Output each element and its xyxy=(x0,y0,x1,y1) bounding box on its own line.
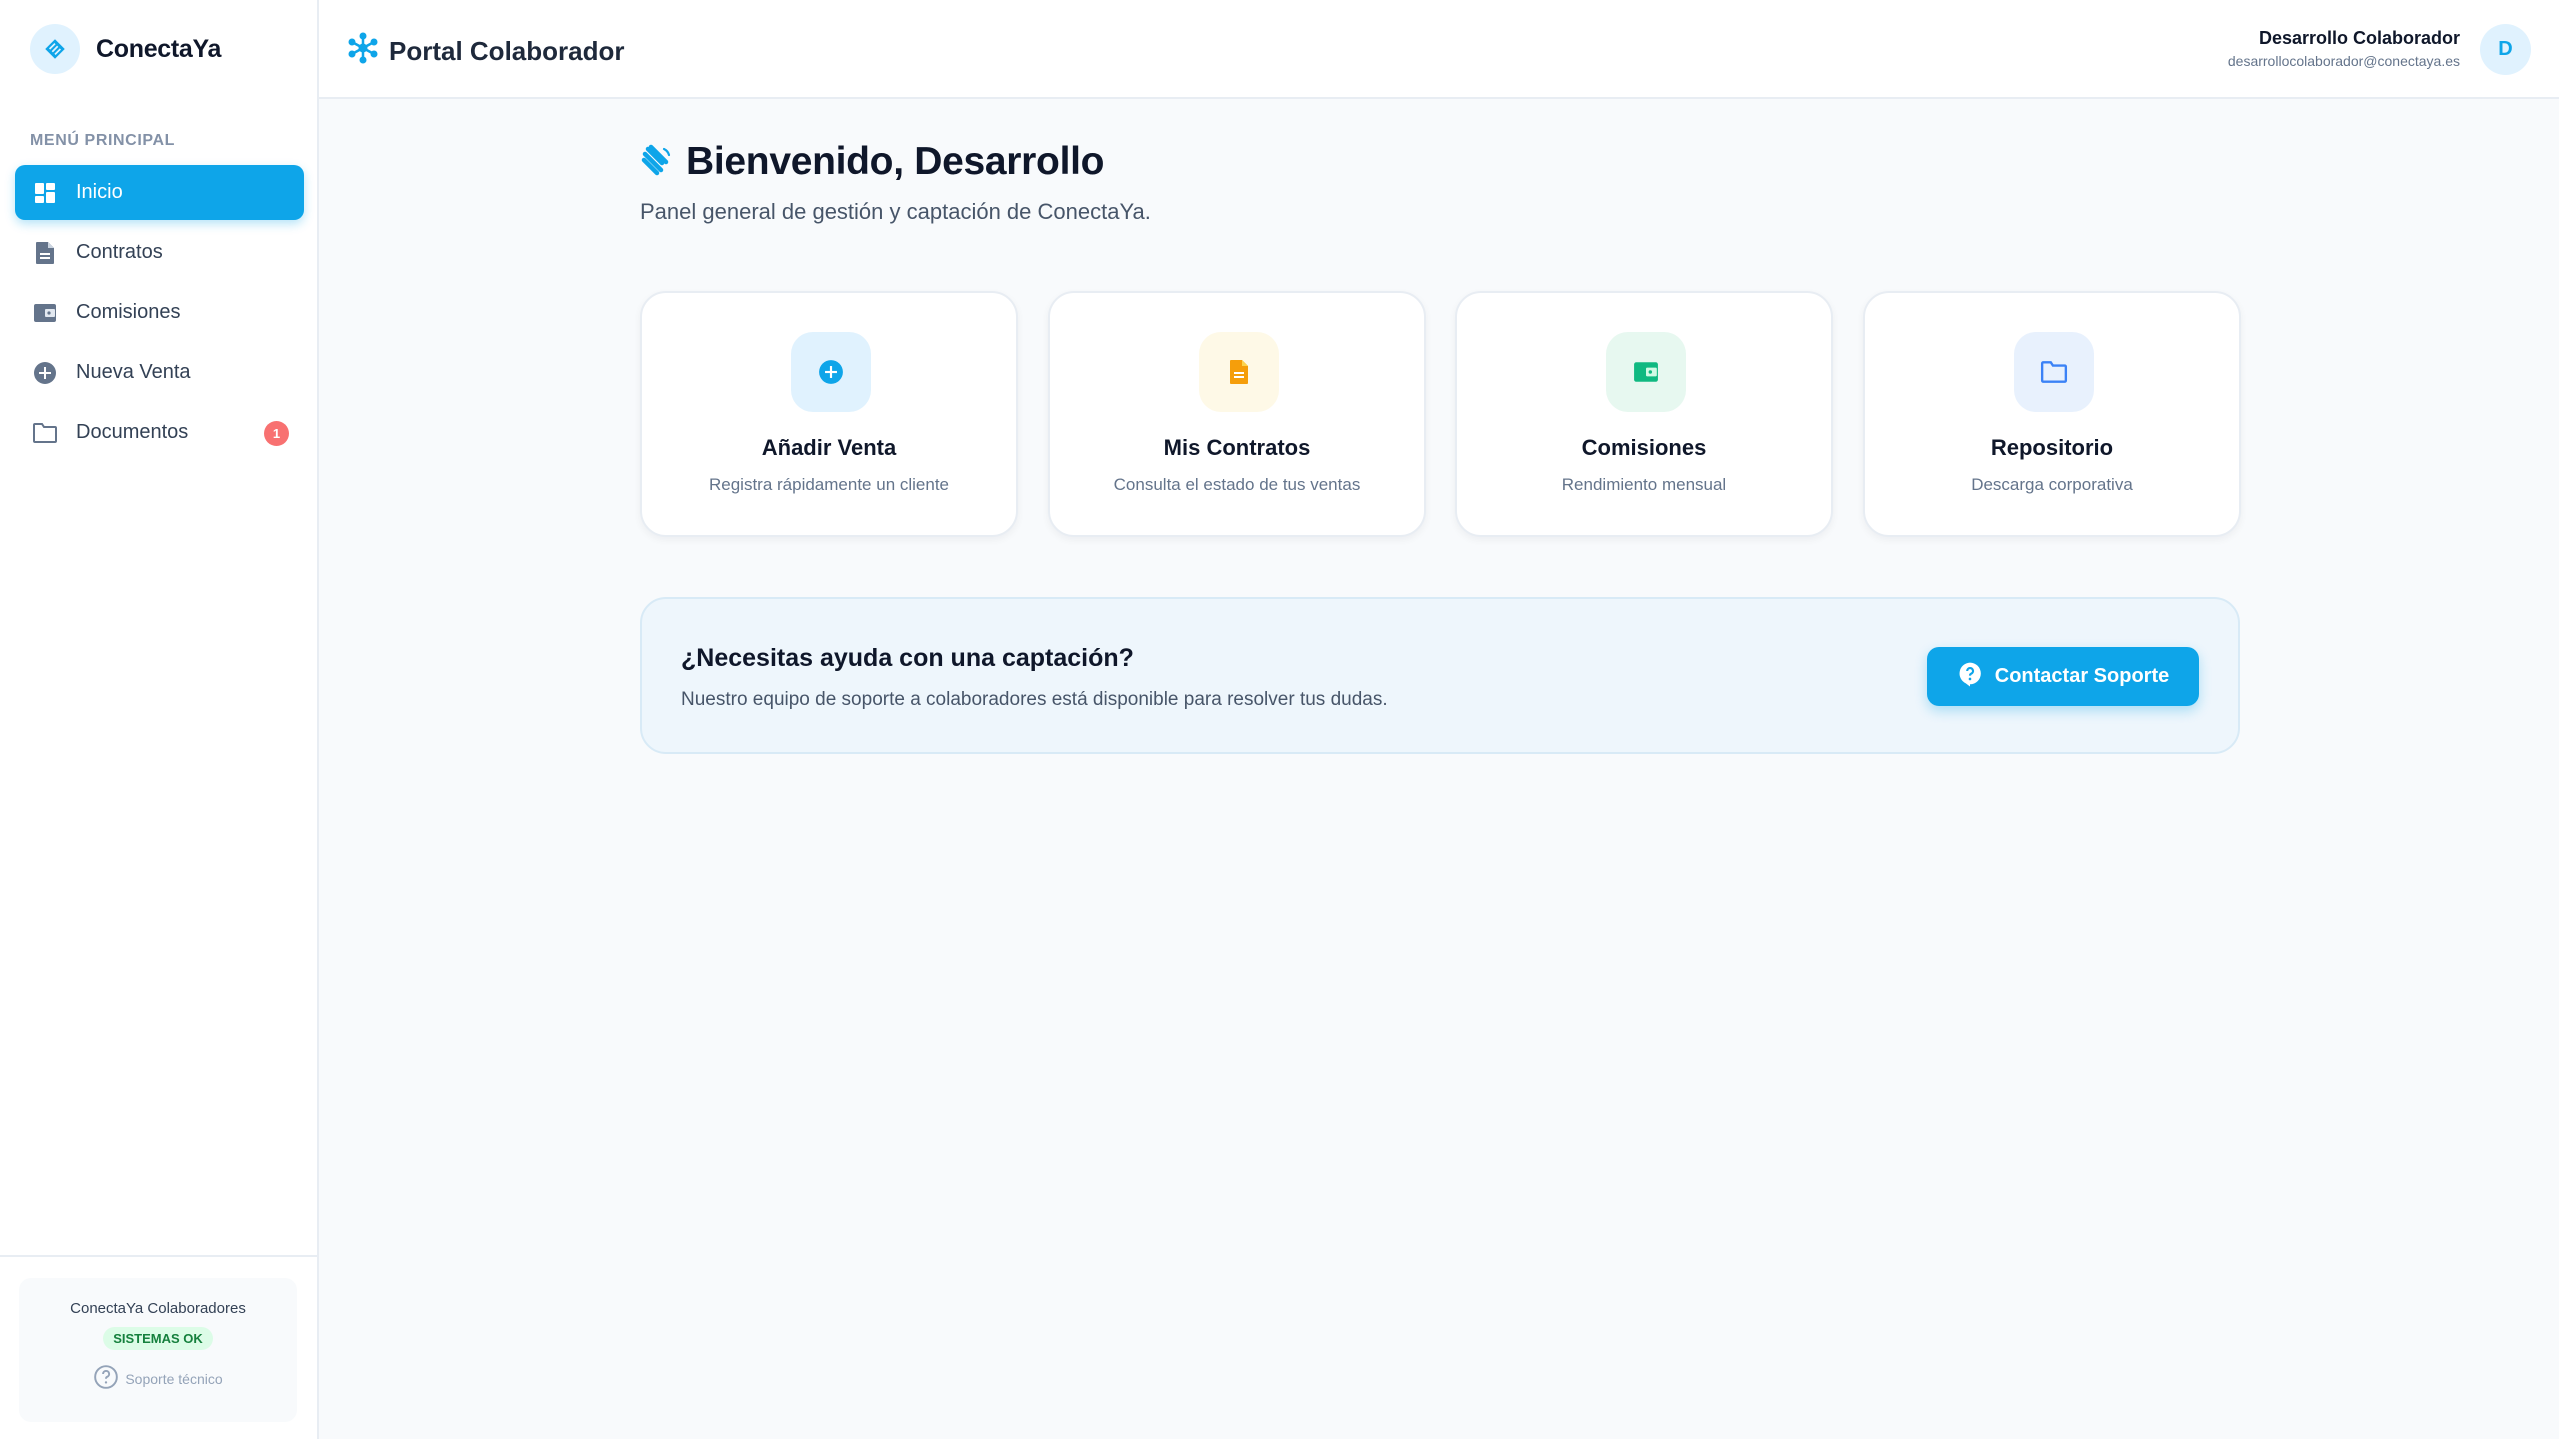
help-circle-icon xyxy=(93,1364,119,1393)
top-header: Portal Colaborador Desarrollo Colaborado… xyxy=(319,0,2559,99)
brand-logo-icon xyxy=(30,24,80,74)
portal-title-text: Portal Colaborador xyxy=(389,36,625,66)
contact-support-button[interactable]: Contactar Soporte xyxy=(1927,647,2199,706)
welcome-subtitle: Panel general de gestión y captación de … xyxy=(640,199,1151,224)
system-status-card: ConectaYa Colaboradores SISTEMAS OK Sopo… xyxy=(19,1278,297,1422)
sidebar: ConectaYa MENÚ PRINCIPAL Inicio Contrato… xyxy=(0,0,319,1439)
card-title: Repositorio xyxy=(1990,435,2114,460)
network-icon xyxy=(347,32,379,71)
plus-circle-icon xyxy=(32,360,58,386)
sidebar-item-label: Comisiones xyxy=(76,301,181,323)
sidebar-item-inicio[interactable]: Inicio xyxy=(15,165,304,220)
help-banner: ¿Necesitas ayuda con una captación? Nues… xyxy=(640,597,2240,754)
sidebar-item-label: Contratos xyxy=(76,241,163,263)
card-title: Mis Contratos xyxy=(1163,435,1311,460)
brand[interactable]: ConectaYa xyxy=(30,24,221,74)
folder-icon xyxy=(2014,332,2094,412)
sidebar-item-documentos[interactable]: Documentos 1 xyxy=(15,405,304,460)
document-icon xyxy=(1199,332,1279,412)
documents-count-badge: 1 xyxy=(264,421,289,446)
user-email: desarrollocolaborador@conectaya.es xyxy=(2227,53,2460,69)
sidebar-item-contratos[interactable]: Contratos xyxy=(15,225,304,280)
card-title: Añadir Venta xyxy=(761,435,897,460)
support-link-label: Soporte técnico xyxy=(125,1370,223,1387)
waving-hand-icon xyxy=(640,143,674,182)
user-info[interactable]: Desarrollo Colaborador desarrollocolabor… xyxy=(2228,28,2460,69)
plus-circle-icon xyxy=(791,332,871,412)
card-description: Rendimiento mensual xyxy=(1561,475,1727,494)
contact-support-label: Contactar Soporte xyxy=(1994,665,2170,687)
card-description: Consulta el estado de tus ventas xyxy=(1113,475,1361,494)
status-badge: SISTEMAS OK xyxy=(103,1327,213,1350)
card-comisiones[interactable]: Comisiones Rendimiento mensual xyxy=(1455,291,1833,537)
sidebar-item-nueva-venta[interactable]: Nueva Venta xyxy=(15,345,304,400)
card-anadir-venta[interactable]: Añadir Venta Registra rápidamente un cli… xyxy=(640,291,1018,537)
sidebar-footer: ConectaYa Colaboradores SISTEMAS OK Sopo… xyxy=(0,1255,317,1439)
welcome-title: Bienvenido, Desarrollo xyxy=(686,140,1105,183)
wallet-icon xyxy=(32,300,58,326)
card-description: Descarga corporativa xyxy=(1971,475,2133,494)
sidebar-nav: Inicio Contratos Comisiones Nueva Venta … xyxy=(15,165,304,465)
avatar[interactable]: D xyxy=(2480,24,2531,75)
card-title: Comisiones xyxy=(1581,435,1707,460)
menu-heading: MENÚ PRINCIPAL xyxy=(30,132,175,149)
sidebar-item-label: Nueva Venta xyxy=(76,361,191,383)
support-link[interactable]: Soporte técnico xyxy=(93,1364,223,1393)
welcome-heading: Bienvenido, Desarrollo xyxy=(640,140,1104,184)
card-mis-contratos[interactable]: Mis Contratos Consulta el estado de tus … xyxy=(1048,291,1426,537)
folder-icon xyxy=(32,420,58,446)
card-description: Registra rápidamente un cliente xyxy=(708,475,950,494)
card-repositorio[interactable]: Repositorio Descarga corporativa xyxy=(1863,291,2241,537)
help-bubble-icon xyxy=(1957,661,1983,693)
sidebar-item-comisiones[interactable]: Comisiones xyxy=(15,285,304,340)
sidebar-item-label: Inicio xyxy=(76,181,123,203)
wallet-icon xyxy=(1606,332,1686,412)
help-text: Nuestro equipo de soporte a colaboradore… xyxy=(681,689,1388,710)
sidebar-item-label: Documentos xyxy=(76,421,189,443)
portal-title: Portal Colaborador xyxy=(347,32,624,71)
document-icon xyxy=(32,240,58,266)
brand-name: ConectaYa xyxy=(96,34,222,63)
dashboard-icon xyxy=(32,180,58,206)
footer-title: ConectaYa Colaboradores xyxy=(70,1300,246,1317)
help-title: ¿Necesitas ayuda con una captación? xyxy=(681,644,1134,672)
user-name: Desarrollo Colaborador xyxy=(2258,28,2460,48)
